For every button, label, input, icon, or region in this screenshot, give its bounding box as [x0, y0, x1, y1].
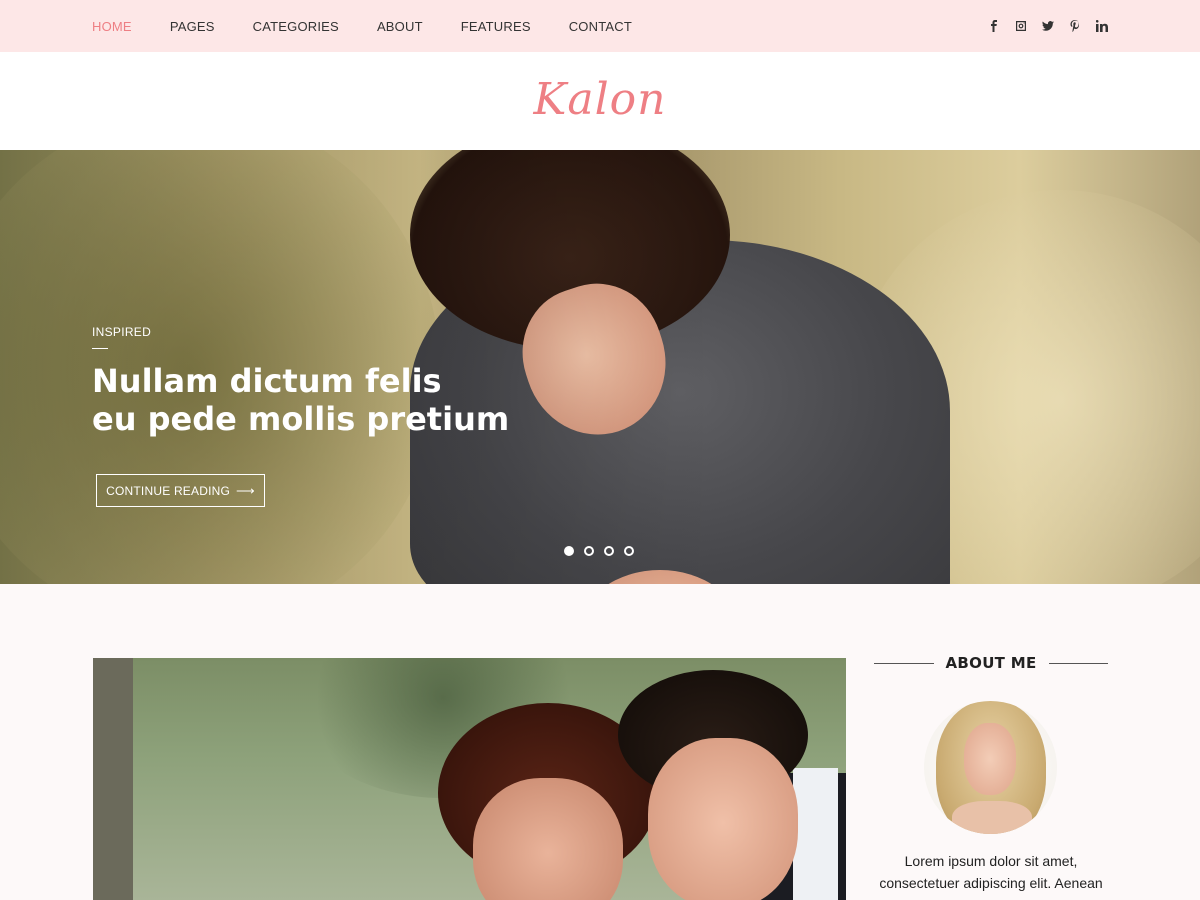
- hero-title-line1[interactable]: Nullam dictum felis: [92, 362, 442, 400]
- hero-slider: INSPIRED Nullam dictum felis eu pede mol…: [0, 150, 1200, 584]
- about-me-title: ABOUT ME: [945, 654, 1037, 672]
- nav-about[interactable]: ABOUT: [377, 19, 423, 34]
- continue-reading-label: CONTINUE READING: [106, 483, 231, 498]
- arrow-right-icon: ⟶: [236, 482, 255, 498]
- nav-categories[interactable]: CATEGORIES: [253, 19, 339, 34]
- continue-reading-button[interactable]: CONTINUE READING ⟶: [96, 474, 265, 507]
- instagram-icon[interactable]: [1014, 20, 1027, 33]
- site-header: Kalon: [0, 52, 1200, 150]
- nav-contact[interactable]: CONTACT: [569, 19, 632, 34]
- about-text-line2: consectetuer adipiscing elit. Aenean: [879, 875, 1103, 891]
- social-links: [973, 0, 1108, 52]
- slider-dot-4[interactable]: [624, 546, 634, 556]
- slider-pagination: [564, 546, 644, 556]
- main-nav: HOME PAGES CATEGORIES ABOUT FEATURES CON…: [92, 0, 670, 52]
- linkedin-icon[interactable]: [1095, 20, 1108, 33]
- slider-dot-3[interactable]: [604, 546, 614, 556]
- top-bar: HOME PAGES CATEGORIES ABOUT FEATURES CON…: [0, 0, 1200, 52]
- slider-dot-2[interactable]: [584, 546, 594, 556]
- about-me-heading: ABOUT ME: [874, 652, 1109, 674]
- featured-post-image[interactable]: [93, 658, 846, 900]
- hero-category[interactable]: INSPIRED: [92, 325, 151, 339]
- heading-rule-right: [1048, 662, 1109, 664]
- hero-category-divider: [92, 348, 108, 349]
- slider-dot-1[interactable]: [564, 546, 574, 556]
- pinterest-icon[interactable]: [1068, 20, 1081, 33]
- nav-home[interactable]: HOME: [92, 19, 132, 34]
- nav-features[interactable]: FEATURES: [461, 19, 531, 34]
- hero-title-line2[interactable]: eu pede mollis pretium: [92, 400, 509, 438]
- twitter-icon[interactable]: [1041, 20, 1054, 33]
- about-me-text: Lorem ipsum dolor sit amet, consectetuer…: [874, 850, 1108, 894]
- hero-title[interactable]: Nullam dictum felis eu pede mollis preti…: [92, 362, 532, 438]
- site-logo[interactable]: Kalon: [0, 74, 1200, 125]
- about-text-line1: Lorem ipsum dolor sit amet,: [904, 853, 1078, 869]
- nav-pages[interactable]: PAGES: [170, 19, 215, 34]
- facebook-icon[interactable]: [987, 20, 1000, 33]
- author-avatar: [924, 701, 1057, 834]
- heading-rule-left: [874, 662, 934, 664]
